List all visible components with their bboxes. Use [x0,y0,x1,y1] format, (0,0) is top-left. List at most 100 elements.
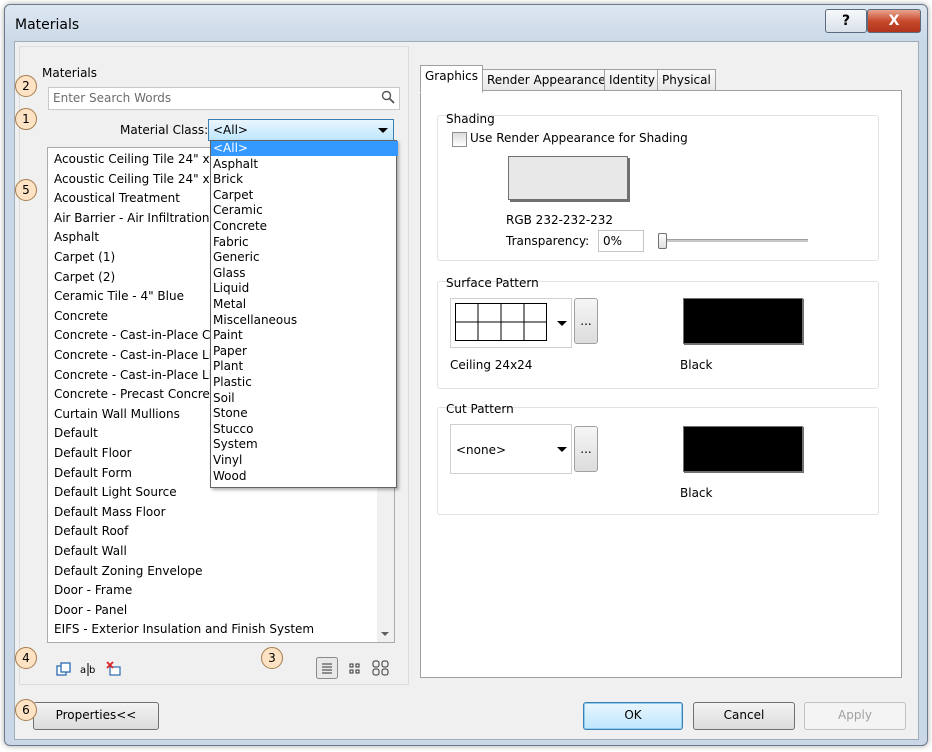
material-class-option[interactable]: Carpet [211,188,398,203]
list-item[interactable]: Concrete - Cast-in-Place Lig [54,368,220,382]
material-class-option[interactable]: Soil [211,391,398,406]
list-item[interactable]: Door - Frame [54,583,132,597]
material-class-option[interactable]: Glass [211,266,398,281]
list-item[interactable]: Carpet (1) [54,250,115,264]
search-placeholder: Enter Search Words [53,91,172,105]
rename-material-icon[interactable]: a b [80,661,96,677]
surface-pattern-dropdown[interactable] [450,298,572,348]
list-item[interactable]: Acoustic Ceiling Tile 24" x 2 [54,152,221,166]
list-item[interactable]: Acoustical Treatment [54,191,180,205]
list-item[interactable]: Concrete [54,309,108,323]
material-class-option[interactable]: Liquid [211,281,398,296]
dialog-body: Materials Enter Search Words Material Cl… [14,41,919,740]
title-bar: Materials ? X [5,5,927,41]
material-class-options[interactable]: <All> Asphalt Brick Carpet Ceramic Concrete Fa… [210,140,398,488]
scroll-down-icon[interactable] [381,632,389,636]
list-item[interactable]: Door - Panel [54,603,127,617]
list-item[interactable]: Concrete - Cast-in-Place Co [54,328,218,342]
material-class-option[interactable]: Concrete [211,219,398,234]
callout-3: 3 [261,647,283,669]
list-item[interactable]: Acoustic Ceiling Tile 24" x 4 [54,172,221,186]
cut-pattern-title: Cut Pattern [446,402,514,416]
list-item[interactable]: Carpet (2) [54,270,115,284]
materials-dialog: Materials ? X Materials Enter Search Wor… [4,4,928,746]
material-class-option[interactable]: Vinyl [211,453,398,468]
callout-6: 6 [15,699,37,721]
surface-color-swatch[interactable] [683,298,803,344]
list-view-icon[interactable] [316,657,338,679]
material-class-option[interactable]: Stone [211,406,398,421]
material-class-label: Material Class: [120,123,209,137]
properties-button[interactable]: Properties<< [33,702,159,730]
callout-5: 5 [15,179,37,201]
list-item[interactable]: Curtain Wall Mullions [54,407,180,421]
surface-color-name: Black [680,358,713,372]
list-item[interactable]: Asphalt [54,230,99,244]
cut-pattern-dropdown[interactable]: <none> [450,424,572,474]
chevron-down-icon [378,128,388,133]
material-class-option[interactable]: Paint [211,328,398,343]
ok-button[interactable]: OK [583,702,683,730]
material-class-option[interactable]: Fabric [211,235,398,250]
list-item[interactable]: Air Barrier - Air Infiltration B [54,211,222,225]
material-class-option[interactable]: System [211,437,398,452]
list-item[interactable]: Default Light Source [54,485,177,499]
material-class-option[interactable]: <All> [211,141,398,156]
material-class-option[interactable]: Asphalt [211,157,398,172]
material-class-option[interactable]: Metal [211,297,398,312]
material-class-option[interactable]: Plastic [211,375,398,390]
large-icons-view-icon[interactable] [370,657,392,679]
cut-color-swatch[interactable] [683,426,803,472]
material-class-option[interactable]: Wood [211,469,398,484]
search-icon[interactable] [381,90,395,104]
list-item[interactable]: Ceramic Tile - 4" Blue [54,289,184,303]
material-class-dropdown[interactable]: <All> [208,119,394,141]
cancel-button[interactable]: Cancel [693,702,795,730]
surface-pattern-title: Surface Pattern [446,276,539,290]
material-class-option[interactable]: Ceramic [211,203,398,218]
list-item[interactable]: Concrete - Cast-in-Place Lig [54,348,220,362]
list-item[interactable]: Default [54,426,98,440]
surface-pattern-name: Ceiling 24x24 [450,358,533,372]
delete-material-icon[interactable] [106,661,122,677]
help-icon: ? [841,13,851,29]
transparency-input[interactable]: 0% [598,230,644,252]
list-item[interactable]: Default Floor [54,446,132,460]
search-input[interactable]: Enter Search Words [48,87,400,110]
close-icon: X [888,13,900,29]
cut-pattern-browse-button[interactable]: ... [574,426,598,472]
help-button[interactable]: ? [825,9,867,33]
transparency-slider-track[interactable] [658,239,808,242]
material-class-option[interactable]: Generic [211,250,398,265]
list-item[interactable]: EIFS - Exterior Insulation and Finish Sy… [54,622,314,636]
surface-pattern-browse-button[interactable]: ... [574,298,598,344]
cut-color-name: Black [680,486,713,500]
cut-pattern-group: Cut Pattern <none> ... Black [437,402,879,515]
material-class-option[interactable]: Plant [211,359,398,374]
small-icons-view-icon[interactable] [344,657,366,679]
use-render-appearance-checkbox[interactable] [452,132,467,147]
apply-button[interactable]: Apply [804,702,906,730]
tab-graphics[interactable]: Graphics [420,65,483,93]
list-item[interactable]: Default Zoning Envelope [54,564,203,578]
transparency-label: Transparency: [506,234,590,248]
svg-text:b: b [89,665,95,676]
list-item[interactable]: Concrete - Precast Concrete [54,387,222,401]
surface-pattern-group: Surface Pattern ... Ceiling 24x24 Black [437,276,879,389]
close-button[interactable]: X [867,9,921,33]
material-class-option[interactable]: Brick [211,172,398,187]
list-item[interactable]: Default Form [54,466,132,480]
list-item[interactable]: Default Mass Floor [54,505,166,519]
material-class-option[interactable]: Paper [211,344,398,359]
shading-color-swatch[interactable] [508,156,628,200]
material-class-option[interactable]: Stucco [211,422,398,437]
transparency-slider[interactable] [658,233,667,249]
material-class-option[interactable]: Miscellaneous [211,313,398,328]
list-item[interactable]: Default Wall [54,544,127,558]
duplicate-material-icon[interactable] [56,661,72,677]
callout-2: 2 [15,75,37,97]
window-title: Materials [15,17,80,33]
list-item[interactable]: Default Roof [54,524,128,538]
chevron-down-icon [557,321,567,326]
cut-pattern-value: <none> [456,443,507,457]
